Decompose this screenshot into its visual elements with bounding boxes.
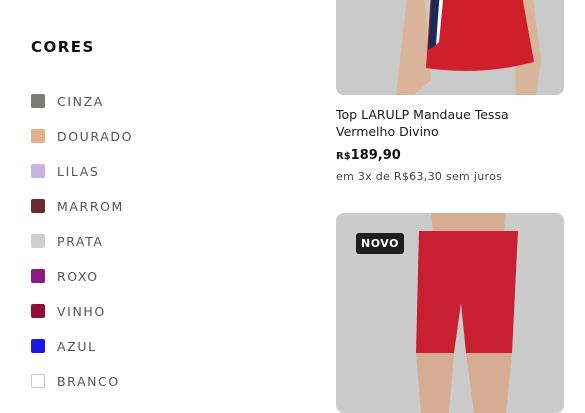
color-label: PRATA [57, 234, 104, 249]
color-option-cinza[interactable]: CINZA [31, 92, 133, 127]
color-option-roxo[interactable]: ROXO [31, 267, 133, 302]
color-label: DOURADO [57, 129, 134, 144]
installments-text: em 3x de R$63,30 sem juros [336, 170, 503, 183]
color-swatch[interactable] [31, 269, 45, 283]
product-price: R$189,90 [336, 148, 401, 163]
price-currency: R$ [336, 151, 351, 162]
color-swatch[interactable] [31, 129, 45, 143]
color-swatch[interactable] [31, 164, 45, 178]
price-value: 189,90 [350, 148, 401, 163]
color-label: LILAS [57, 164, 100, 179]
color-option-vinho[interactable]: VINHO [31, 302, 133, 337]
color-swatch[interactable] [31, 304, 45, 318]
color-label: BRANCO [57, 374, 120, 389]
color-label: AZUL [57, 339, 97, 354]
color-label: MARROM [57, 199, 124, 214]
color-option-marrom[interactable]: MARROM [31, 197, 133, 232]
color-option-prata[interactable]: PRATA [31, 232, 133, 267]
color-label: VINHO [57, 304, 106, 319]
color-swatch[interactable] [31, 199, 45, 213]
color-option-azul[interactable]: AZUL [31, 337, 133, 372]
color-swatch[interactable] [31, 234, 45, 248]
color-swatch[interactable] [31, 374, 45, 388]
product-image[interactable] [336, 0, 564, 95]
color-filter-list: CINZA DOURADO LILAS MARROM PRATA ROXO VI… [31, 92, 133, 407]
color-swatch[interactable] [31, 339, 45, 353]
product-photo [336, 0, 564, 95]
color-option-lilas[interactable]: LILAS [31, 162, 133, 197]
color-option-dourado[interactable]: DOURADO [31, 127, 133, 162]
color-label: ROXO [57, 269, 99, 284]
product-name[interactable]: Top LARULP Mandaue Tessa Vermelho Divino [336, 106, 566, 140]
color-swatch[interactable] [31, 94, 45, 108]
color-label: CINZA [57, 94, 104, 109]
new-badge: NOVO [356, 233, 404, 254]
filter-title: CORES [31, 38, 95, 56]
